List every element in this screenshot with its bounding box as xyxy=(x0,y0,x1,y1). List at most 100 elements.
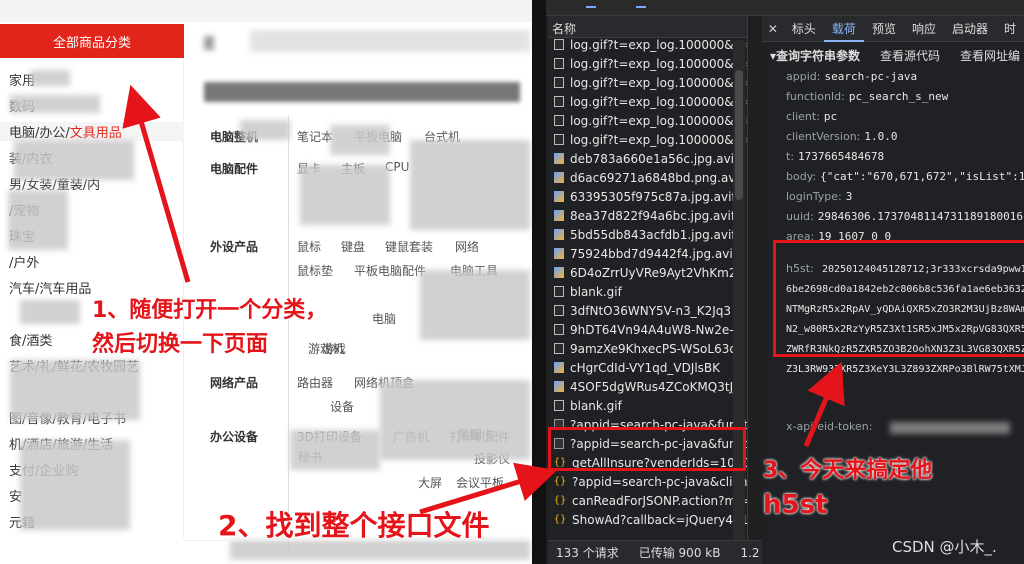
details-tab[interactable]: 启动器 xyxy=(944,16,996,42)
sub-category-link[interactable]: 设备 xyxy=(330,398,354,415)
annotation-step1-line1: 1、随便打开一个分类， xyxy=(92,298,328,323)
sub-category-link[interactable]: 鼠标 xyxy=(297,238,321,255)
annotation-step2: 2、找到整个接口文件 xyxy=(218,509,490,542)
shop-page: 全部商品分类 家用数码电脑/办公/文具用品装/内衣男/女装/童装/内/宠物珠宝/… xyxy=(0,0,532,564)
nav-blur xyxy=(250,30,530,52)
details-tab[interactable]: 载荷 xyxy=(823,16,864,42)
details-tab[interactable]: 响应 xyxy=(904,16,944,42)
blur-patch xyxy=(410,140,530,230)
view-url-encoded-link[interactable]: 查看网址编 xyxy=(960,47,1020,64)
sub-category-link[interactable]: 平板电脑配件 xyxy=(354,262,426,279)
request-row[interactable]: blank.gif xyxy=(548,282,747,301)
document-file-icon xyxy=(554,115,564,126)
request-row[interactable]: 4SOF5dgWRus4ZCoKMQ3tJJ xyxy=(548,377,747,396)
transferred-size: 已传输 900 kB xyxy=(638,546,721,560)
image-file-icon xyxy=(554,191,564,202)
query-string-header: ▾查询字符串参数 查看源代码 查看网址编 xyxy=(762,45,1024,65)
request-name: log.gif?t=exp_log.100000&m=U... xyxy=(570,75,747,90)
request-row[interactable]: 8ea37d822f94a6bc.jpg.avif xyxy=(548,206,747,225)
sub-category-link[interactable]: 网络 xyxy=(455,238,479,255)
annotation-step1-line2: 然后切换一下页面 xyxy=(92,332,269,357)
request-row[interactable]: log.gif?t=exp_log.100000&m=U... xyxy=(548,130,747,149)
close-icon[interactable]: ✕ xyxy=(762,22,784,36)
request-row[interactable]: {} canReadForJSONP.action?my=e... xyxy=(548,491,747,510)
request-row[interactable]: log.gif?t=exp_log.100000&m=U... xyxy=(548,92,747,111)
group-label[interactable]: 外设产品 xyxy=(210,238,258,255)
request-name: 8ea37d822f94a6bc.jpg.avif xyxy=(570,208,736,223)
request-row[interactable]: log.gif?t=exp_log.100000&m=U... xyxy=(548,73,747,92)
group-label[interactable]: 网络产品 xyxy=(210,374,258,391)
request-name: ShowAd?callback=jQuery43123... xyxy=(572,512,747,527)
request-name: 9amzXe9KhxecPS-WSoL63q xyxy=(570,341,737,356)
highlight-box-h5st xyxy=(773,240,1024,357)
sub-category-link[interactable]: 会议平板 xyxy=(456,474,504,491)
request-row[interactable]: blank.gif xyxy=(548,396,747,415)
blur-patch xyxy=(8,190,68,250)
request-name: log.gif?t=exp_log.100000&m=U... xyxy=(570,132,747,147)
param-token-key: x-api-eid-token: xyxy=(786,420,873,433)
image-file-icon xyxy=(554,210,564,221)
category-item[interactable]: 电脑/办公/文具用品 xyxy=(0,122,184,141)
request-row[interactable]: 63395305f975c87a.jpg.avif xyxy=(548,187,747,206)
category-item[interactable]: 食/酒类 xyxy=(9,330,52,349)
request-row[interactable]: 3dfNtO36WNY5V-n3_K2Jq3 xyxy=(548,301,747,320)
request-row[interactable]: d6ac69271a6848bd.png.avif xyxy=(548,168,747,187)
query-string-title[interactable]: ▾查询字符串参数 xyxy=(770,47,860,64)
blur-patch xyxy=(10,95,100,113)
devtools-edge xyxy=(532,0,546,564)
view-source-link[interactable]: 查看源代码 xyxy=(880,47,940,64)
toolbar-mark[interactable] xyxy=(636,6,646,8)
document-file-icon xyxy=(554,77,564,88)
sub-category-link[interactable]: 大屏 xyxy=(418,474,442,491)
sub-category-link[interactable]: 路由器 xyxy=(297,374,333,391)
request-name: log.gif?t=exp_log.100000&m=U... xyxy=(570,56,747,71)
request-row[interactable]: 9hDT64Vn94A4uW8-Nw2e-r xyxy=(548,320,747,339)
request-row[interactable]: {} ShowAd?callback=jQuery43123... xyxy=(548,510,747,529)
sub-category-link[interactable]: 键鼠套装 xyxy=(385,238,433,255)
image-file-icon xyxy=(554,248,564,259)
request-row[interactable]: 75924bbd7d9442f4.jpg.avif xyxy=(548,244,747,263)
scrollbar-thumb[interactable] xyxy=(735,70,743,200)
request-row[interactable]: log.gif?t=exp_log.100000&m=U... xyxy=(548,54,747,73)
request-row[interactable]: deb783a660e1a56c.jpg.avif xyxy=(548,149,747,168)
sub-category-link[interactable]: 游戏 xyxy=(322,340,346,357)
details-tab[interactable]: 时 xyxy=(996,16,1024,42)
category-item[interactable]: 汽车/汽车用品 xyxy=(9,278,91,297)
group-label[interactable]: 电脑配件 xyxy=(210,160,258,177)
category-header[interactable]: 全部商品分类 xyxy=(0,24,184,58)
group-label[interactable]: 办公设备 xyxy=(210,428,258,445)
sub-category-link[interactable]: 键盘 xyxy=(341,238,365,255)
request-row[interactable]: cHgrCdId-VY1qd_VDJlsBK xyxy=(548,358,747,377)
details-tab[interactable]: 预览 xyxy=(864,16,904,42)
request-name: log.gif?t=exp_log.100000&m=U... xyxy=(570,94,747,109)
document-file-icon xyxy=(554,134,564,145)
sub-category-link[interactable]: 电脑 xyxy=(372,310,396,327)
request-name: log.gif?t=exp_log.100000&m=U... xyxy=(570,37,747,52)
request-row[interactable]: log.gif?t=exp_log.100000&m=U... xyxy=(548,111,747,130)
highlight-box-requests xyxy=(548,427,746,471)
request-row[interactable]: 5bd55db843acfdb1.jpg.avif xyxy=(548,225,747,244)
category-item[interactable]: /户外 xyxy=(9,252,39,271)
token-value-blurred xyxy=(890,422,1010,434)
request-name: 4SOF5dgWRus4ZCoKMQ3tJJ xyxy=(570,379,737,394)
query-param: functionId: pc_search_s_new xyxy=(786,90,949,103)
request-name: deb783a660e1a56c.jpg.avif xyxy=(570,151,739,166)
details-tab[interactable]: 标头 xyxy=(784,16,824,42)
document-file-icon xyxy=(554,400,564,411)
image-file-icon xyxy=(554,267,564,278)
request-row[interactable]: 9amzXe9KhxecPS-WSoL63q xyxy=(548,339,747,358)
request-row[interactable]: 6D4oZrrUyVRe9Ayt2VhKm2 xyxy=(548,263,747,282)
request-name: ?appid=search-pc-java&client=... xyxy=(572,474,747,489)
screenshot-root: 全部商品分类 家用数码电脑/办公/文具用品装/内衣男/女装/童装/内/宠物珠宝/… xyxy=(0,0,1024,564)
document-file-icon xyxy=(554,39,564,50)
image-file-icon xyxy=(554,153,564,164)
query-param: appid: search-pc-java xyxy=(786,70,918,83)
sub-category-link[interactable]: 鼠标垫 xyxy=(297,262,333,279)
request-row[interactable]: {} ?appid=search-pc-java&client=... xyxy=(548,472,747,491)
request-row[interactable]: log.gif?t=exp_log.100000&m=U... xyxy=(548,35,747,54)
sub-category-link[interactable]: 笔记本 xyxy=(297,128,333,145)
document-file-icon xyxy=(554,324,564,335)
blur-patch xyxy=(20,440,130,530)
search-bar-blurred[interactable] xyxy=(204,82,520,102)
toolbar-mark[interactable] xyxy=(586,6,596,8)
